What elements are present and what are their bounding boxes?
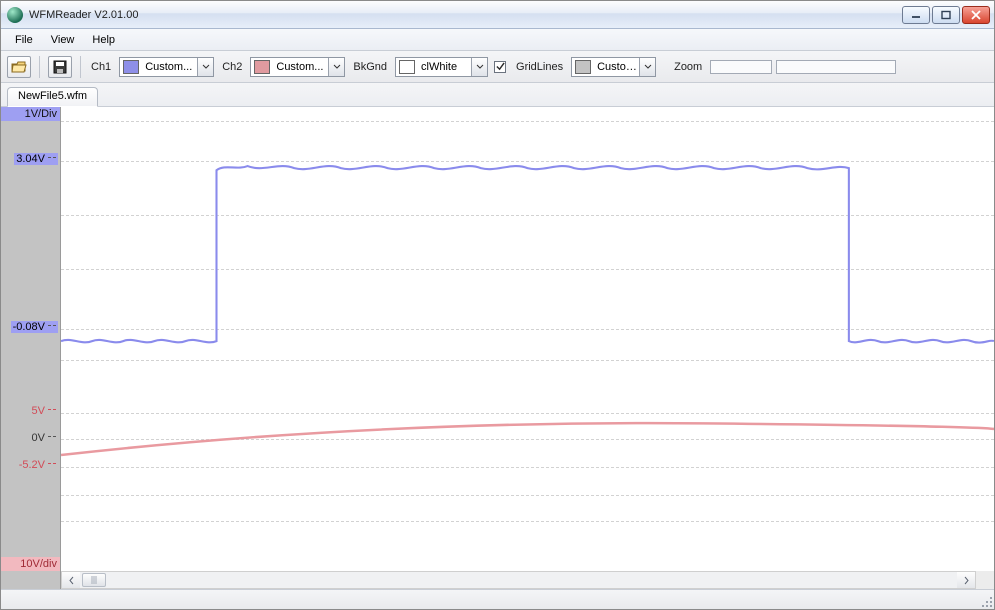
ch1-swatch [123, 60, 139, 74]
bkgnd-color-combo[interactable]: clWhite [395, 57, 488, 77]
ch2-label: Ch2 [220, 61, 244, 73]
gridlines-label: GridLines [514, 61, 565, 73]
ch2-combo-text: Custom... [274, 61, 328, 73]
toolbar: Ch1 Custom... Ch2 Custom... BkGnd clWhit… [1, 51, 994, 83]
app-icon [7, 7, 23, 23]
chevron-right-icon [963, 576, 970, 585]
plot-region: 1V/Div 3.04V -0.08V 5V 0V -5.2V 10V/div [1, 107, 994, 589]
scroll-right-button[interactable] [957, 572, 975, 588]
scroll-thumb[interactable] [82, 573, 106, 587]
horizontal-scrollbar[interactable] [61, 571, 976, 589]
save-button[interactable] [48, 56, 72, 78]
grid-combo-text: Custom... [595, 61, 639, 73]
save-icon [53, 60, 67, 74]
open-icon [11, 60, 27, 74]
ch1-low-label: -0.08V [11, 321, 58, 333]
chevron-left-icon [68, 576, 75, 585]
maximize-button[interactable] [932, 6, 960, 24]
ch2-swatch [254, 60, 270, 74]
ch2-zero-label: 0V [30, 432, 58, 444]
bkgnd-label: BkGnd [351, 61, 389, 73]
ch1-color-combo[interactable]: Custom... [119, 57, 214, 77]
grid-combo-drop[interactable] [639, 58, 655, 76]
chevron-down-icon [333, 64, 341, 70]
waveforms [61, 107, 994, 571]
menu-view[interactable]: View [43, 32, 83, 48]
ch2-combo-drop[interactable] [328, 58, 344, 76]
bkgnd-combo-drop[interactable] [471, 58, 487, 76]
menu-help[interactable]: Help [84, 32, 123, 48]
ch1-combo-drop[interactable] [197, 58, 213, 76]
resize-grip[interactable] [980, 595, 992, 607]
tabstrip: NewFile5.wfm [1, 83, 994, 107]
zoom-label: Zoom [672, 61, 704, 73]
y-axis: 1V/Div 3.04V -0.08V 5V 0V -5.2V 10V/div [1, 107, 61, 571]
open-button[interactable] [7, 56, 31, 78]
chevron-down-icon [644, 64, 652, 70]
hscroll-row [1, 571, 994, 589]
file-tab[interactable]: NewFile5.wfm [7, 87, 98, 107]
zoom-track-right[interactable] [776, 60, 896, 74]
ch2-high-label: 5V [30, 405, 58, 417]
ch2-low-label: -5.2V [17, 459, 58, 471]
gridlines-checkbox[interactable] [494, 61, 506, 73]
zoom-track-left[interactable] [710, 60, 772, 74]
ch2-div-label: 10V/div [1, 557, 60, 571]
ch2-trace [61, 423, 994, 455]
ch1-combo-text: Custom... [143, 61, 197, 73]
window-title: WFMReader V2.01.00 [29, 9, 902, 21]
scroll-left-button[interactable] [62, 572, 80, 588]
chevron-down-icon [476, 64, 484, 70]
titlebar: WFMReader V2.01.00 [1, 1, 994, 29]
chevron-down-icon [202, 64, 210, 70]
checkmark-icon [496, 62, 505, 71]
menu-file[interactable]: File [7, 32, 41, 48]
ch1-label: Ch1 [89, 61, 113, 73]
bkgnd-combo-text: clWhite [419, 61, 471, 73]
plot-canvas[interactable] [61, 107, 994, 571]
grid-color-combo[interactable]: Custom... [571, 57, 656, 77]
menubar: File View Help [1, 29, 994, 51]
scroll-track[interactable] [80, 572, 957, 588]
statusbar [1, 589, 994, 609]
bkgnd-swatch [399, 60, 415, 74]
window-buttons [902, 6, 990, 24]
ch2-color-combo[interactable]: Custom... [250, 57, 345, 77]
close-button[interactable] [962, 6, 990, 24]
ch1-high-label: 3.04V [14, 153, 58, 165]
grid-swatch [575, 60, 591, 74]
zoom-slider[interactable] [710, 60, 896, 74]
minimize-button[interactable] [902, 6, 930, 24]
ch1-div-label: 1V/Div [1, 107, 60, 121]
ch1-trace [61, 166, 994, 343]
